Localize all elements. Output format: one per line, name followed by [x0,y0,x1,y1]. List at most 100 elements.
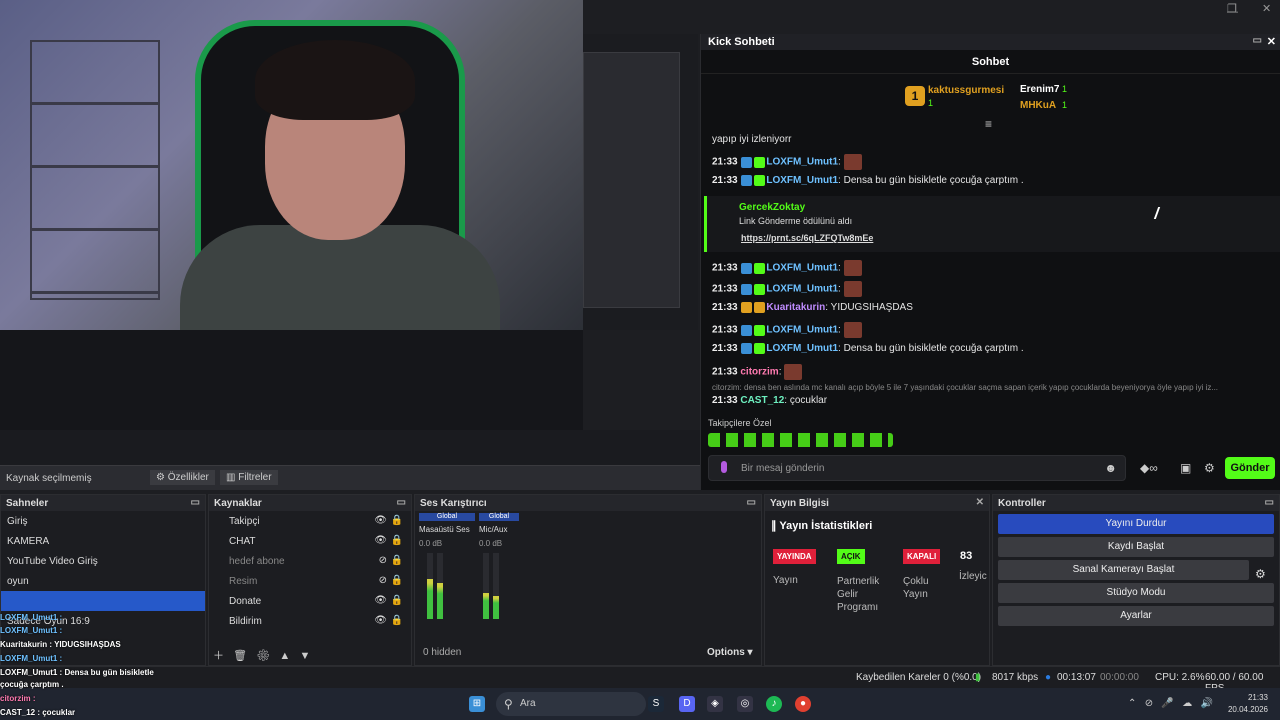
properties-button[interactable]: ⚙ Özellikler [150,470,215,485]
chat-overlay-lower: LOXFM_Umut1 : Densa bu gün bisikletle ço… [0,668,154,717]
source-item[interactable]: Bildirim 👁 🔒 [209,611,411,631]
bookshelf [30,40,160,300]
steam-icon[interactable]: S [648,696,664,712]
global-tag: Global [479,513,519,521]
chat-message: 21:33 Kuaritakurin: YIDUGSIHAŞDAS [712,302,913,314]
multistream-label: Çoklu Yayın [903,576,929,600]
reward-user: GercekZoktay [739,202,806,213]
stream-stats-title: ∥ Yayın İstatistikleri [771,520,873,532]
sources-dock: Kaynaklar ▭ Takipçi 👁 🔒 CHAT 👁 🔒 hedef abone ⊘… [208,494,412,666]
chrome-icon[interactable]: ● [795,696,811,712]
source-item[interactable]: Takipçi 👁 🔒 [209,511,411,531]
float-icon[interactable]: ▭ [1253,35,1262,46]
scene-item[interactable]: YouTube Video Giriş [1,551,205,571]
chat-overlay: LOXFM_Umut1 : LOXFM_Umut1 : Kuaritakurin… [0,613,121,663]
source-item[interactable]: Resim ⊘ 🔒 [209,571,411,591]
multistream-badge: KAPALI [903,549,941,564]
source-item[interactable]: CHAT 👁 🔒 [209,531,411,551]
reward-text: Link Gönderme ödülünü aldı [739,216,853,226]
points-icon[interactable]: ◆∞ [1140,461,1158,475]
stop-stream-button[interactable]: Yayını Durdur [998,514,1274,534]
sources-toolbar[interactable]: ＋ 🗑 ⚙ ▲ ▼ [213,647,408,663]
emote-icon [843,154,862,170]
volume-meter [437,553,443,619]
live-timer: 00:13:07 [1057,672,1096,683]
stream-info-dock: Yayın Bilgisi ✕ ∥ Yayın İstatistikleri YA… [764,494,990,666]
scene-item[interactable]: KAMERA [1,531,205,551]
leader-2-count: 1 [1062,84,1068,94]
chat-input[interactable]: Bir mesaj gönderin ☻ [708,455,1126,481]
source-item[interactable]: hedef abone ⊘ 🔒 [209,551,411,571]
send-button[interactable]: Gönder [1225,457,1275,479]
reward-card: GercekZoktay Link Gönderme ödülünü aldı … [704,196,1280,252]
gear-icon[interactable]: ⚙ [1255,567,1266,581]
eye-icon: 👁 [374,535,387,546]
search-icon: ⚲ [504,697,513,711]
lock-icon: 🔒 [390,515,403,526]
streamer-body [180,225,500,330]
chat-message: 21:33 LOXFM_Umut1: Densa bu gün bisiklet… [712,343,1024,355]
signal-icon: ▮ [975,672,981,683]
title-bar: — [583,0,1280,34]
maximize-button[interactable]: ❐ [1227,2,1237,15]
live-badge: YAYINDA [773,549,816,564]
studio-mode-button[interactable]: Stüdyo Modu [998,583,1274,603]
app-icon[interactable]: ◈ [707,696,723,712]
clock-date[interactable]: 20.04.2026 [1226,705,1268,714]
volume-meter [427,553,433,619]
chat-message: 21:33 LOXFM_Umut1: [712,154,862,170]
tray-icons[interactable]: ⌃ ⊘ 🎤 ☁ 🔊 [1128,698,1213,709]
chat-message: yapıp iyi izleniyorr [712,134,792,145]
volume-meter [483,553,489,619]
discord-icon[interactable]: D [679,696,695,712]
gear-icon[interactable]: ⚙ [1204,461,1215,475]
viewer-label: İzleyic [959,571,987,582]
bitrate: 8017 kbps [992,672,1039,683]
emoji-icon: ☻ [1104,461,1117,475]
leader-rank-icon: 1 [905,86,925,106]
cpu-usage: CPU: 2.6% [1155,672,1205,683]
no-source-label: Kaynak seçilmemiş [6,473,92,484]
obs-icon[interactable]: ◎ [737,696,753,712]
rec-timer: 00:00:00 [1100,672,1139,683]
spotify-icon[interactable]: ♪ [766,696,782,712]
start-icon[interactable]: ⊞ [469,696,485,712]
partner-label: Partnerlik Gelir Programı [837,576,880,613]
nested-obs-preview [0,330,583,430]
settings-button[interactable]: Ayarlar [998,606,1274,626]
menu-icon[interactable]: ≡ [985,117,992,131]
lock-icon: 🔒 [390,555,403,566]
kick-chat-titlebar: Kick Sohbeti ▭ ✕ [701,34,1280,50]
store-icon[interactable]: ▣ [1180,461,1191,475]
subs-only-label: Takipçilere Özel [708,418,772,428]
leader-2-name: Erenim7 [1020,84,1060,95]
chat-message: 21:33 CAST_12: çocuklar [712,395,828,406]
close-window-button[interactable]: ✕ [1262,2,1271,15]
controls-dock: Kontroller ▭ Yayını Durdur Kaydı Başlat S… [992,494,1280,666]
mic-aux-label: Mic/Aux [479,525,508,534]
leader-1-count: 1 [928,98,934,108]
close-icon[interactable]: ✕ [1267,35,1276,48]
lock-icon: 🔒 [390,615,403,626]
emote-bar[interactable] [708,433,893,447]
filters-button[interactable]: ▥ Filtreler [220,470,278,485]
start-virtual-camera-button[interactable]: Sanal Kamerayı Başlat [998,560,1249,580]
options-button[interactable]: Options ▾ [707,647,753,658]
reward-link[interactable]: https://prnt.sc/6qLZFQTw8mEe [741,233,873,243]
search-box[interactable]: ⚲ Ara [496,692,646,716]
dropped-frames: Kaybedilen Kareler 0 (%0.0) [856,672,982,683]
scene-item[interactable]: Giriş [1,511,205,531]
start-recording-button[interactable]: Kaydı Başlat [998,537,1274,557]
scene-item[interactable]: oyun [1,571,205,591]
leader-3-name: MHKuA [1020,100,1057,111]
chat-message: 21:33 LOXFM_Umut1: [712,260,862,276]
scene-item-selected[interactable] [1,591,205,611]
webcam-feed [0,0,583,330]
live-icon: ● [1045,672,1052,683]
source-item[interactable]: Donate 👁 🔒 [209,591,411,611]
chat-message: 21:33 LOXFM_Umut1: [712,281,862,297]
partner-badge: AÇIK [837,549,865,564]
leader-1-name: kaktussgurmesi [928,85,1005,96]
clock-time[interactable]: 21:33 [1226,693,1268,702]
reply-preview: citorzim: densa ben aslında mc kanalı aç… [712,383,1219,392]
